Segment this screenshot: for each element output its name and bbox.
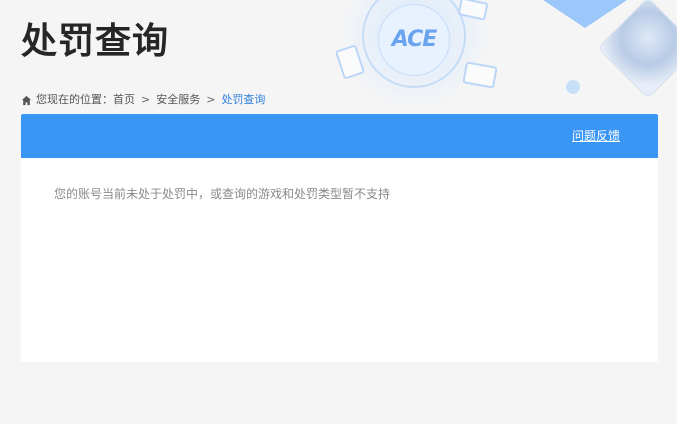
glow-circle (340, 0, 490, 110)
breadcrumb-prefix: 您现在的位置： (36, 93, 113, 106)
game-card-icon (334, 44, 366, 80)
panel-header: 问题反馈 (21, 114, 658, 158)
breadcrumb-security-services-link[interactable]: 安全服务 (156, 92, 200, 108)
breadcrumb-separator: > (141, 93, 151, 106)
blue-triangle-decoration (540, 0, 630, 28)
ace-logo-disc (378, 4, 450, 76)
breadcrumb-separator: > (206, 93, 216, 106)
logo-ring (362, 0, 466, 88)
breadcrumb-current: 处罚查询 (221, 93, 266, 106)
bubble-decoration (566, 80, 580, 94)
home-icon (21, 95, 32, 105)
ace-logo: ACE (391, 27, 438, 52)
game-card-icon (457, 0, 489, 21)
page-title: 处罚查询 (21, 21, 170, 62)
breadcrumb-home-link[interactable]: 首页 (113, 92, 135, 108)
character-avatar (597, 0, 677, 99)
query-result-panel: 问题反馈 您的账号当前未处于处罚中，或查询的游戏和处罚类型暂不支持 (21, 114, 658, 362)
result-message: 您的账号当前未处于处罚中，或查询的游戏和处罚类型暂不支持 (54, 187, 391, 201)
breadcrumb: 您现在的位置： 首页 > 安全服务 > 处罚查询 (21, 92, 265, 108)
game-card-icon (462, 61, 498, 89)
feedback-link[interactable]: 问题反馈 (572, 128, 620, 144)
